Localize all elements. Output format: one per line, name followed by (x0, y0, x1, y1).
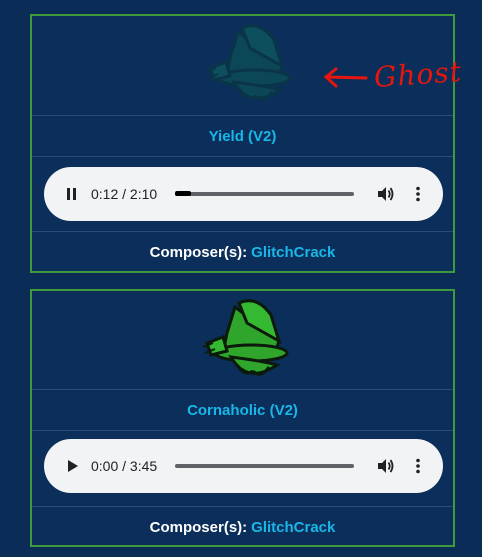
audio-player[interactable]: 0:12 / 2:10 (44, 167, 443, 221)
composer-cell: Composer(s): GlitchCrack (32, 506, 453, 547)
pause-icon[interactable] (62, 184, 82, 204)
composer-cell: Composer(s): GlitchCrack (32, 231, 453, 272)
play-icon[interactable] (62, 456, 82, 476)
composer-label: Composer(s): (149, 518, 248, 536)
annotation-label: Ghost (372, 54, 463, 95)
progress-slider[interactable] (175, 191, 354, 196)
card-image-cell (32, 291, 453, 390)
song-title: Yield (V2) (208, 128, 277, 145)
composer-link[interactable]: GlitchCrack (251, 519, 335, 536)
more-options-icon[interactable] (408, 184, 428, 204)
progress-slider[interactable] (175, 464, 354, 468)
player-cell: 0:00 / 3:45 (32, 430, 453, 507)
composer-label: Composer(s): (149, 243, 248, 261)
player-cell: 0:12 / 2:10 (32, 156, 453, 232)
ghost-creature-image (205, 24, 292, 101)
annotation-arrow (323, 67, 368, 88)
volume-icon[interactable] (375, 456, 395, 476)
composer-link[interactable]: GlitchCrack (251, 244, 335, 261)
volume-icon[interactable] (375, 184, 395, 204)
audio-player[interactable]: 0:00 / 3:45 (44, 439, 443, 493)
more-options-icon[interactable] (408, 456, 428, 476)
title-cell: Cornaholic (V2) (32, 389, 453, 431)
time-display: 0:12 / 2:10 (91, 186, 158, 202)
song-card-yield: Ghost Yield (V2) 0:12 / 2:10 Composer(s)… (30, 14, 463, 273)
card-image-cell: Ghost (32, 16, 463, 115)
green-creature-image (202, 299, 289, 376)
title-cell: Yield (V2) (32, 115, 453, 157)
song-title: Cornaholic (V2) (187, 402, 298, 419)
time-display: 0:00 / 3:45 (91, 458, 158, 474)
song-card-cornaholic: Cornaholic (V2) 0:00 / 3:45 Composer(s):… (30, 289, 455, 547)
progress-fill (175, 191, 192, 196)
